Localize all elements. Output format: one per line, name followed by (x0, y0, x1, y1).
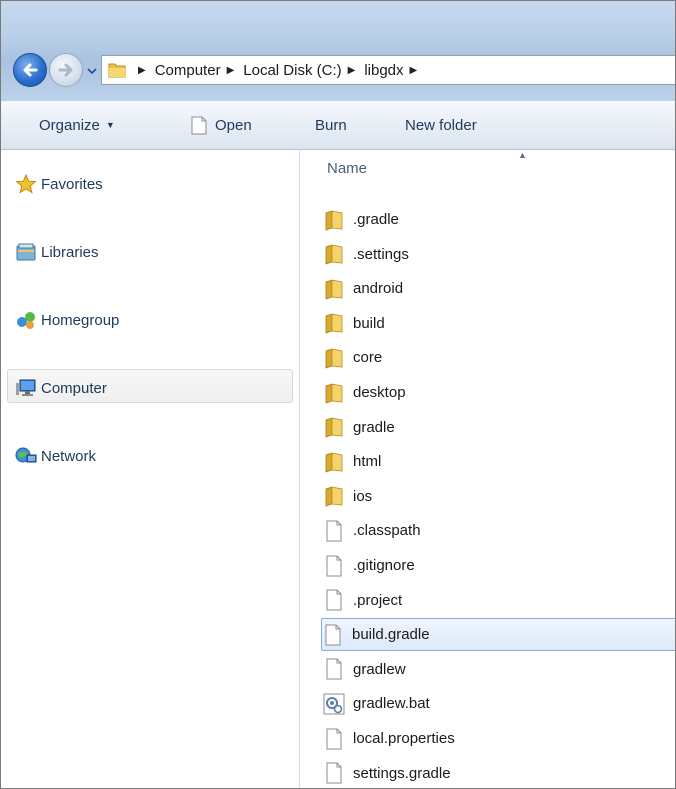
folder-icon (325, 417, 343, 438)
organize-button[interactable]: Organize ▼ (39, 101, 115, 149)
column-header-name[interactable]: Name (327, 160, 367, 177)
nav-item-label: Libraries (41, 243, 99, 261)
file-name: .settings (353, 245, 409, 263)
address-bar[interactable]: ▶ Computer ▶ Local Disk (C:) ▶ libgdx ▶ (101, 55, 675, 85)
file-name: .project (353, 591, 403, 609)
folder-icon (325, 452, 343, 473)
file-name: settings.gradle (353, 764, 451, 782)
file-name: .gradle (353, 211, 399, 228)
file-list: ▲ Name .gradle .settings android build core d… (300, 150, 675, 788)
homegroup-icon (17, 312, 35, 329)
file-name: .gitignore (353, 557, 415, 574)
breadcrumb-chevron-icon[interactable]: ▶ (138, 65, 146, 76)
file-name: build.gradle (352, 626, 430, 644)
folder-icon (325, 313, 343, 334)
file-icon (325, 624, 341, 646)
network-icon (15, 447, 37, 463)
computer-icon (16, 379, 36, 396)
file-row[interactable]: .classpath (323, 514, 675, 547)
file-icon (326, 520, 342, 542)
file-row[interactable]: gradlew.bat (323, 687, 675, 720)
nav-item-computer[interactable]: Computer (15, 372, 107, 404)
folder-icon (325, 348, 343, 369)
sort-ascending-icon: ▲ (518, 150, 527, 160)
file-row[interactable]: core (323, 341, 675, 374)
breadcrumb-computer[interactable]: Computer (155, 62, 221, 79)
folder-icon (325, 486, 343, 507)
burn-button[interactable]: Burn (315, 101, 347, 149)
file-row[interactable]: desktop (323, 376, 675, 409)
file-name: gradle (353, 418, 395, 436)
back-button[interactable] (13, 53, 47, 87)
nav-item-label: Network (41, 447, 97, 465)
breadcrumb-chevron-icon[interactable]: ▶ (227, 65, 235, 76)
breadcrumb-chevron-icon[interactable]: ▶ (348, 65, 356, 76)
batch-file-icon (323, 693, 345, 715)
nav-item-libraries[interactable]: Libraries (15, 236, 99, 268)
new-folder-button[interactable]: New folder (405, 101, 477, 149)
file-row[interactable]: build.gradle (321, 618, 675, 652)
file-row[interactable]: gradlew (323, 653, 675, 686)
star-icon (15, 174, 37, 194)
open-label: Open (215, 116, 252, 134)
title-bar: ▶ Computer ▶ Local Disk (C:) ▶ libgdx ▶ (1, 1, 675, 101)
file-icon (326, 555, 342, 576)
file-row[interactable]: settings.gradle (323, 757, 675, 788)
nav-item-network[interactable]: Network (15, 440, 96, 472)
file-name: build (353, 314, 385, 332)
file-name: android (353, 280, 404, 298)
folder-icon (325, 382, 343, 404)
file-row[interactable]: local.properties (323, 722, 675, 755)
forward-button[interactable] (49, 53, 83, 87)
folder-icon (325, 209, 343, 231)
breadcrumb-libgdx[interactable]: libgdx (364, 62, 403, 79)
file-name: gradlew.bat (353, 695, 430, 713)
nav-item-label: Homegroup (41, 311, 120, 329)
command-bar: Organize ▼ Open Burn New folder (1, 101, 675, 150)
file-icon (326, 658, 342, 680)
nav-item-label: Computer (41, 379, 107, 397)
file-icon (326, 728, 342, 749)
file-icon (326, 589, 342, 611)
file-row[interactable]: .gitignore (323, 549, 675, 582)
file-row[interactable]: build (323, 307, 675, 340)
breadcrumb-chevron-icon[interactable]: ▶ (410, 65, 418, 76)
file-name: core (353, 349, 383, 367)
open-button[interactable]: Open (191, 101, 252, 149)
organize-label: Organize (39, 116, 100, 134)
nav-item-label: Favorites (41, 175, 103, 193)
libraries-icon (16, 243, 36, 261)
file-name: gradlew (353, 660, 406, 678)
file-icon (326, 762, 342, 784)
folder-icon (325, 279, 343, 300)
burn-label: Burn (315, 116, 347, 134)
nav-item-favorites[interactable]: Favorites (15, 168, 103, 200)
document-icon (191, 116, 207, 134)
new-folder-label: New folder (405, 116, 477, 134)
back-arrow-icon (23, 63, 38, 77)
forward-arrow-icon (58, 63, 73, 77)
file-row[interactable]: html (323, 445, 675, 478)
file-row[interactable]: .gradle (323, 203, 675, 236)
file-name: ios (353, 487, 373, 505)
recent-pages-chevron-icon[interactable] (87, 67, 97, 75)
file-row[interactable]: .settings (323, 238, 675, 271)
explorer-window: ▶ Computer ▶ Local Disk (C:) ▶ libgdx ▶ … (0, 0, 676, 789)
file-name: local.properties (353, 730, 455, 747)
breadcrumb-local-disk[interactable]: Local Disk (C:) (243, 62, 341, 79)
chevron-down-icon: ▼ (105, 120, 115, 130)
folder-icon (108, 63, 126, 78)
file-name: desktop (353, 384, 406, 401)
breadcrumb: ▶ Computer ▶ Local Disk (C:) ▶ libgdx ▶ (132, 56, 426, 84)
file-row[interactable]: gradle (323, 411, 675, 444)
file-row[interactable]: android (323, 272, 675, 305)
file-name: html (353, 453, 382, 471)
file-row[interactable]: .project (323, 584, 675, 617)
file-row[interactable]: ios (323, 480, 675, 513)
file-name: .classpath (353, 522, 421, 540)
nav-item-homegroup[interactable]: Homegroup (15, 304, 119, 336)
folder-icon (325, 244, 343, 265)
